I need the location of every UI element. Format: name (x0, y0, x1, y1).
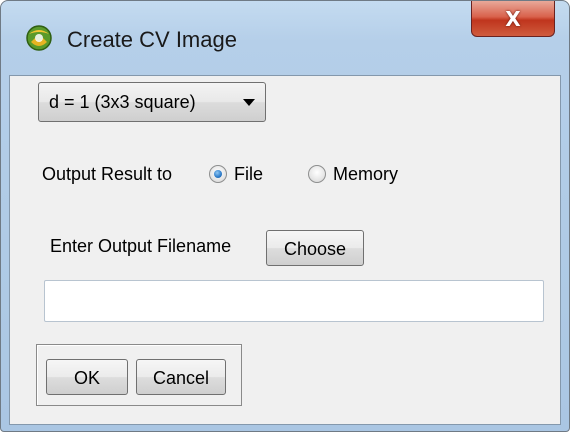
close-button[interactable]: X (471, 1, 555, 37)
ok-button[interactable]: OK (46, 359, 128, 395)
choose-button[interactable]: Choose (266, 230, 364, 266)
output-result-label: Output Result to (42, 164, 173, 184)
chevron-down-icon (243, 99, 255, 106)
dialog-body: d = 1 (3x3 square) Output Result to File… (9, 75, 561, 425)
radio-memory-label[interactable]: Memory (333, 164, 398, 185)
cancel-button[interactable]: Cancel (136, 359, 226, 395)
close-icon: X (505, 6, 521, 31)
output-filename-label: Enter Output Filename (50, 236, 232, 256)
app-logo-icon (26, 25, 52, 51)
radio-memory[interactable] (308, 165, 326, 183)
window-title: Create CV Image (67, 27, 237, 52)
neighborhood-dropdown[interactable]: d = 1 (3x3 square) (38, 82, 266, 122)
filename-field[interactable] (44, 280, 544, 322)
radio-file-label[interactable]: File (234, 164, 263, 185)
title-bar[interactable]: Create CV Image X (1, 1, 569, 75)
dropdown-selected-value: d = 1 (3x3 square) (49, 92, 196, 112)
dialog-window: Create CV Image X d = 1 (3x3 square) Out… (0, 0, 570, 432)
radio-file[interactable] (209, 165, 227, 183)
